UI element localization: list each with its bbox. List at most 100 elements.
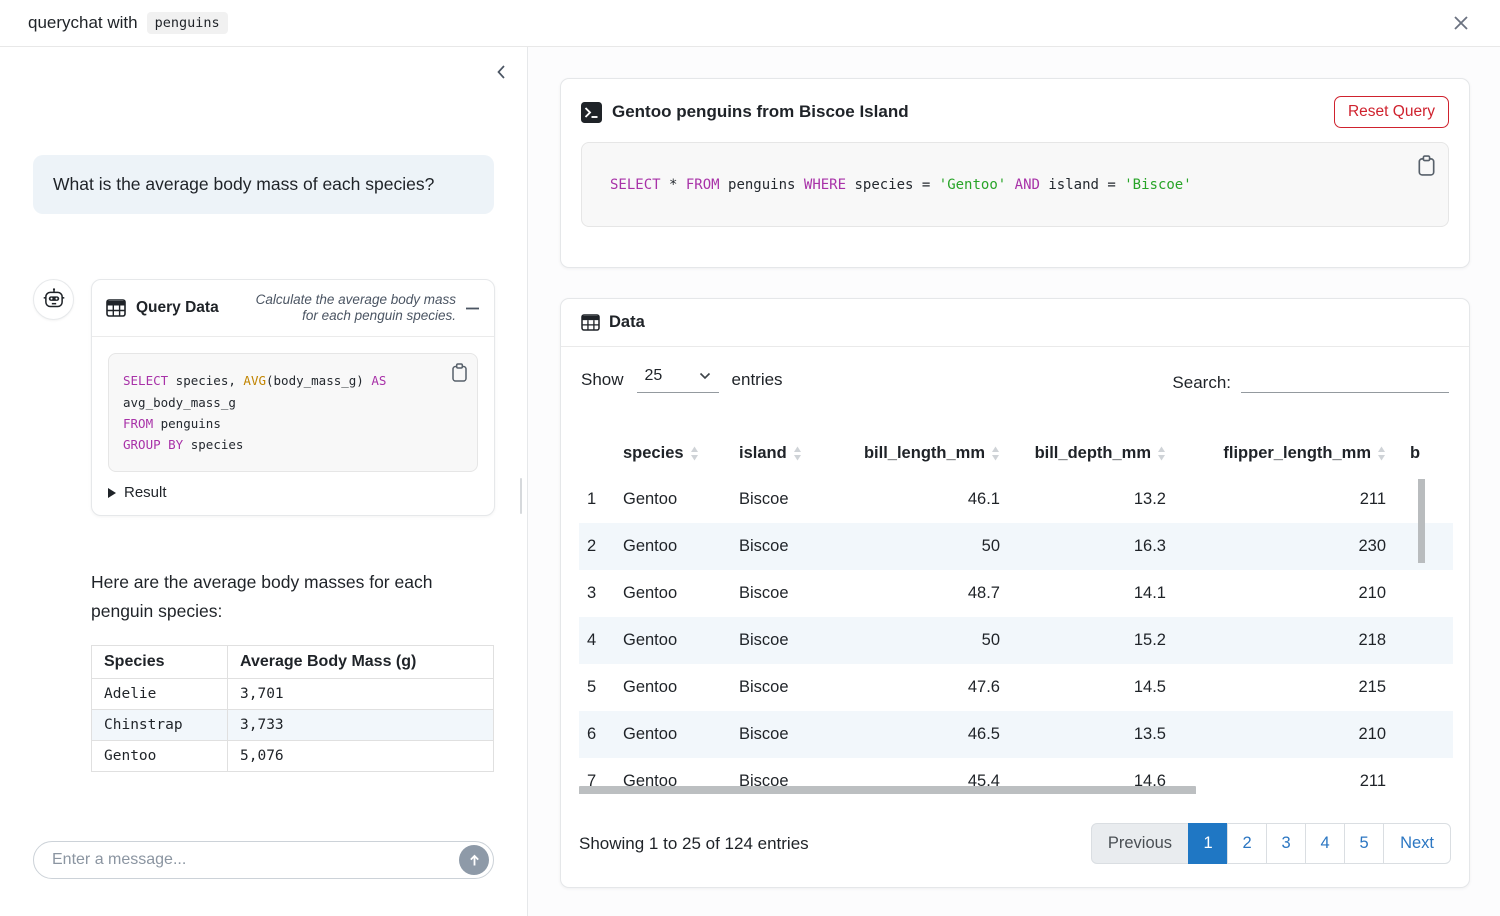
column-header-bill_depth_mm[interactable]: bill_depth_mm [1008,438,1174,476]
summary-table-row: Chinstrap3,733 [92,710,494,741]
table-cell: 2 [579,523,615,570]
chevron-down-icon [699,372,711,380]
app-title: querychat with [28,13,138,33]
chat-input[interactable]: Enter a message... [33,841,494,879]
page-button-4[interactable]: 4 [1305,823,1345,864]
current-query-card: Gentoo penguins from Biscoe Island Reset… [560,78,1470,268]
data-table-scroll-area: speciesisland bill_length_mm bill_depth_mm… [579,438,1453,794]
table-cell: 211 [1174,758,1394,794]
table-cell: 50 [841,617,1008,664]
table-cell: 14.5 [1008,664,1174,711]
table-cell: 16.3 [1008,523,1174,570]
page-button-1[interactable]: 1 [1188,823,1228,864]
show-label: Show [581,370,624,390]
table-cell: 13.5 [1008,711,1174,758]
table-cell: 47.6 [841,664,1008,711]
table-cell: 215 [1174,664,1394,711]
user-message-bubble: What is the average body mass of each sp… [33,155,494,214]
table-cell: 15.2 [1008,617,1174,664]
horizontal-scrollbar-thumb[interactable] [579,786,1196,794]
table-cell [1394,570,1453,617]
collapse-minus-icon[interactable] [465,301,480,316]
title-bar: querychat with penguins [0,0,1500,47]
sidebar-collapse-chevron-icon[interactable] [494,64,509,80]
close-icon[interactable] [1450,12,1472,34]
table-cell: 218 [1174,617,1394,664]
table-row: 5GentooBiscoe47.614.5215 [579,664,1453,711]
column-header-flipper_length_mm[interactable]: flipper_length_mm [1174,438,1394,476]
panel-resize-handle[interactable] [520,478,522,514]
column-label: bill_length_mm [864,444,985,463]
copy-icon[interactable] [451,363,468,382]
data-table-body: 1GentooBiscoe46.113.22112GentooBiscoe501… [579,476,1453,794]
tool-sql-code-block: SELECT species, AVG(body_mass_g) ASavg_b… [108,353,478,472]
table-icon [581,314,600,331]
summary-cell: Gentoo [92,741,228,772]
table-cell: Gentoo [615,711,731,758]
column-label: bill_depth_mm [1035,444,1151,463]
table-cell: Biscoe [731,476,841,523]
disclosure-triangle-icon [108,488,116,498]
data-card-title: Data [609,313,645,332]
data-card-header: Data [561,299,1469,347]
sort-arrows-icon [991,446,1000,461]
copy-icon[interactable] [1417,155,1436,176]
table-row: 4GentooBiscoe5015.2218 [579,617,1453,664]
table-cell: 211 [1174,476,1394,523]
page-button-3[interactable]: 3 [1266,823,1306,864]
column-header-b: b [1394,438,1453,476]
table-cell: Biscoe [731,617,841,664]
table-cell: 230 [1174,523,1394,570]
data-table-header-row: speciesisland bill_length_mm bill_depth_mm… [579,438,1453,476]
column-header-island[interactable]: island [731,438,841,476]
result-label: Result [124,484,167,501]
table-row: 3GentooBiscoe48.714.1210 [579,570,1453,617]
current-sql-code-block: SELECT * FROM penguins WHERE species = '… [581,142,1449,227]
table-icon [106,299,126,317]
query-data-tool-card: Query Data Calculate the average body ma… [91,279,495,516]
page-button-2[interactable]: 2 [1227,823,1267,864]
data-card: Data Show 25 entries Search: speciesisla [560,298,1470,888]
summary-table-row: Gentoo5,076 [92,741,494,772]
table-cell: Gentoo [615,570,731,617]
next-page-button[interactable]: Next [1383,823,1451,864]
tool-sql-text: SELECT species, AVG(body_mass_g) ASavg_b… [123,370,463,455]
table-cell: 1 [579,476,615,523]
summary-col-avg-mass: Average Body Mass (g) [228,646,494,679]
table-row: 1GentooBiscoe46.113.2211 [579,476,1453,523]
table-cell: 210 [1174,711,1394,758]
table-cell [1394,711,1453,758]
chat-input-placeholder: Enter a message... [52,851,186,869]
reset-query-button[interactable]: Reset Query [1334,96,1449,128]
vertical-scrollbar-thumb[interactable] [1418,479,1425,563]
table-row: 2GentooBiscoe5016.3230 [579,523,1453,570]
table-cell [1394,664,1453,711]
table-cell: Biscoe [731,711,841,758]
page-size-value: 25 [645,367,663,385]
summary-cell: Chinstrap [92,710,228,741]
table-cell [1394,758,1453,794]
previous-page-button[interactable]: Previous [1091,823,1189,864]
table-cell: 6 [579,711,615,758]
assistant-message: Here are the average body masses for eac… [91,568,489,626]
table-cell: 46.1 [841,476,1008,523]
tool-card-header: Query Data Calculate the average body ma… [92,280,494,337]
entries-info: Showing 1 to 25 of 124 entries [579,834,809,854]
table-cell: Gentoo [615,523,731,570]
summary-table-body: Adelie3,701Chinstrap3,733Gentoo5,076 [92,679,494,772]
column-header-index [579,438,615,476]
table-cell: Gentoo [615,476,731,523]
page-size-select[interactable]: 25 [637,366,719,393]
column-label: flipper_length_mm [1223,444,1371,463]
column-header-bill_length_mm[interactable]: bill_length_mm [841,438,1008,476]
page-button-5[interactable]: 5 [1344,823,1384,864]
table-cell: 5 [579,664,615,711]
search-input[interactable] [1241,367,1449,393]
main-panel: Gentoo penguins from Biscoe Island Reset… [528,47,1500,916]
sort-arrows-icon [1377,446,1386,461]
column-header-species[interactable]: species [615,438,731,476]
send-button[interactable] [459,845,489,875]
table-cell: 4 [579,617,615,664]
summary-table-header-row: Species Average Body Mass (g) [92,646,494,679]
result-disclosure[interactable]: Result [92,480,494,515]
